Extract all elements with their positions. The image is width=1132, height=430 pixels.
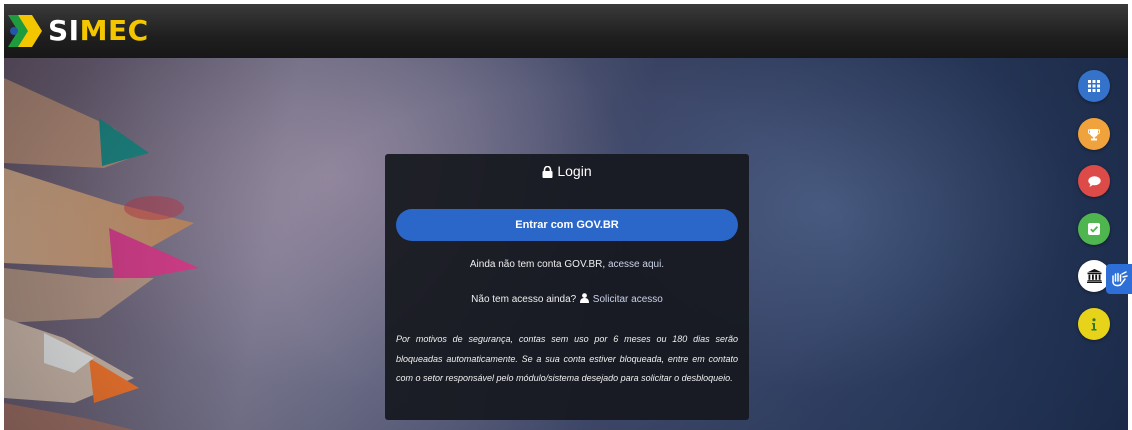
no-access-text: Não tem acesso ainda? xyxy=(471,294,577,305)
awards-button[interactable] xyxy=(1078,118,1110,150)
sign-language-icon xyxy=(1112,271,1128,287)
trophy-icon xyxy=(1088,128,1100,140)
apps-button[interactable] xyxy=(1078,70,1110,102)
chat-icon xyxy=(1087,175,1101,187)
no-access-line: Não tem acesso ainda? Solicitar acesso xyxy=(385,293,749,307)
info-button[interactable] xyxy=(1078,308,1110,340)
tasks-button[interactable] xyxy=(1078,213,1110,245)
request-access-link[interactable]: Solicitar acesso xyxy=(593,294,663,305)
logo-text: SIMEC xyxy=(48,14,149,48)
simec-logo[interactable]: SIMEC xyxy=(8,14,149,48)
login-panel: Login Entrar com GOV.BR Ainda não tem co… xyxy=(385,154,749,420)
checkbox-icon xyxy=(1088,223,1100,235)
user-icon xyxy=(580,293,590,303)
grid-icon xyxy=(1088,80,1100,92)
security-notice: Por motivos de segurança, contas sem uso… xyxy=(396,334,738,383)
institution-icon xyxy=(1086,269,1102,283)
no-account-text: Ainda não tem conta GOV.BR, xyxy=(469,259,606,270)
info-icon xyxy=(1091,317,1097,330)
logo-text-si: SI xyxy=(48,14,80,47)
top-bar: SIMEC xyxy=(4,4,1128,58)
access-here-link[interactable]: acesse aqui. xyxy=(608,259,664,270)
lock-icon xyxy=(542,166,553,178)
accessibility-button[interactable] xyxy=(1106,264,1132,294)
logo-text-mec: MEC xyxy=(79,14,149,47)
gov-br-login-button[interactable]: Entrar com GOV.BR xyxy=(396,209,738,241)
simec-logo-icon xyxy=(8,15,42,47)
login-title-text: Login xyxy=(557,163,592,179)
chat-button[interactable] xyxy=(1078,165,1110,197)
app-frame: SIMEC Login Entrar com GOV.BR Ainda não … xyxy=(4,4,1128,430)
login-title: Login xyxy=(385,162,749,180)
no-account-line: Ainda não tem conta GOV.BR, acesse aqui. xyxy=(385,258,749,272)
